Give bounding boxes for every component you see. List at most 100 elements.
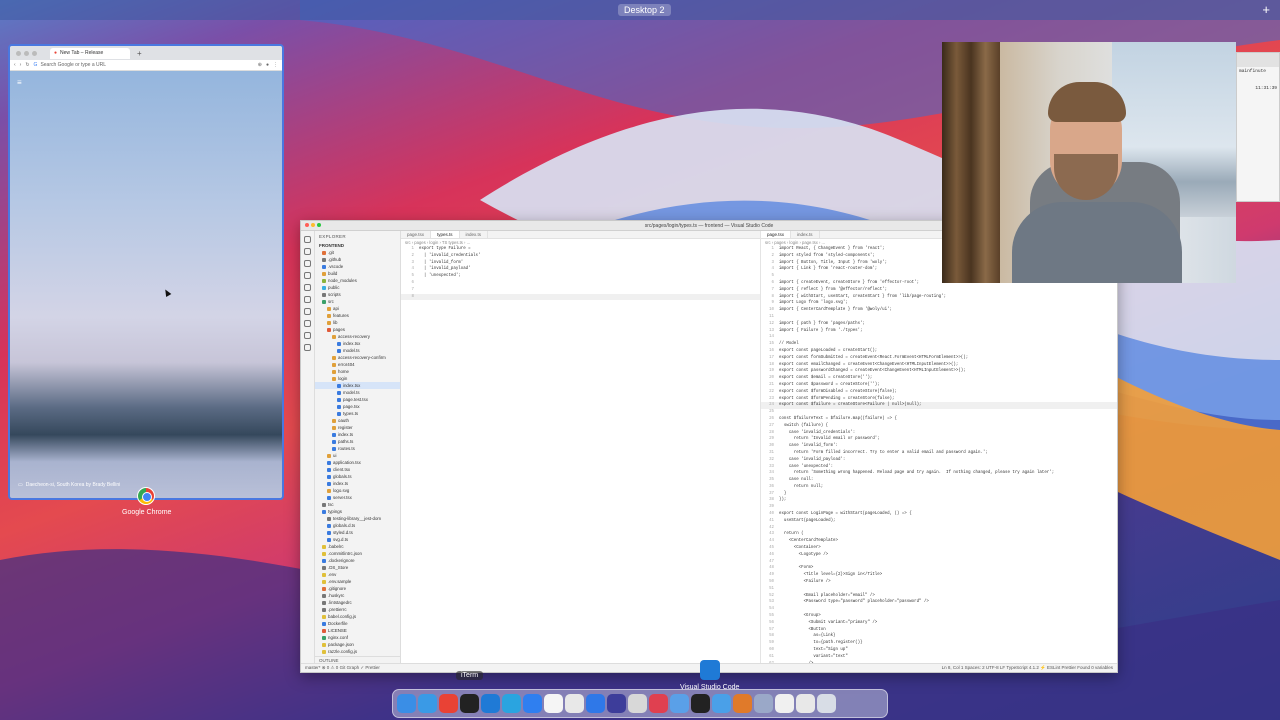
space-desktop-2[interactable]: Desktop 2 [618, 4, 671, 16]
code-line[interactable]: 45 <Container> [761, 545, 1117, 552]
code-line[interactable]: 35 case null: [761, 477, 1117, 484]
code-line[interactable]: 5 | 'unexpected'; [401, 273, 760, 280]
code-left[interactable]: 1 export type Failure = 2 | 'invalid_crede… [401, 246, 760, 301]
transmit-icon[interactable] [733, 694, 752, 713]
code-line[interactable]: 49 <Title level={2}>Sign in</Title> [761, 572, 1117, 579]
tree-item[interactable]: pages [315, 326, 400, 333]
code-line[interactable]: 22 export const $formDisabled = createSto… [761, 389, 1117, 396]
code-line[interactable]: 15 // Model [761, 341, 1117, 348]
code-line[interactable]: 33 case 'unexpected': [761, 464, 1117, 471]
tree-item[interactable]: .DS_Store [315, 564, 400, 571]
tree-item[interactable]: testing-library__jest-dom [315, 515, 400, 522]
code-line[interactable]: 18 export const emailChanged = createEven… [761, 362, 1117, 369]
window-minimize-dot[interactable] [24, 50, 29, 56]
chrome-icon[interactable] [439, 694, 458, 713]
code-line[interactable]: 53 <Password type="password" placeholder… [761, 599, 1117, 606]
explorer-icon[interactable] [304, 236, 311, 243]
code-line[interactable]: 9 import Logo from 'logo.svg'; [761, 300, 1117, 307]
zoom-dot[interactable] [317, 223, 321, 227]
downloads-icon[interactable] [754, 694, 773, 713]
code-line[interactable]: 38}); [761, 497, 1117, 504]
code-line[interactable]: 10 import { CenterCardTemplate } from '@w… [761, 307, 1117, 314]
live-share-icon[interactable] [304, 344, 311, 351]
code-line[interactable]: 37 } [761, 491, 1117, 498]
code-line[interactable]: 34 return 'Something wrong happened. Rel… [761, 470, 1117, 477]
forward-icon[interactable]: › [20, 62, 22, 68]
code-line[interactable]: 50 <Failure /> [761, 579, 1117, 586]
extension-icon[interactable]: ⊕ [258, 62, 262, 68]
tree-item[interactable]: page.test.tsx [315, 396, 400, 403]
iterm-icon[interactable] [460, 694, 479, 713]
tasks-icon[interactable] [649, 694, 668, 713]
vscode-window[interactable]: src/pages/login/types.ts — frontend — Vi… [300, 220, 1118, 673]
vpn-icon[interactable] [607, 694, 626, 713]
code-line[interactable]: 27 switch (failure) { [761, 423, 1117, 430]
code-line[interactable]: 21 export const $password = createStore('… [761, 382, 1117, 389]
chrome-app-icon[interactable] [137, 487, 155, 505]
omnibox[interactable]: G Search Google or type a URL [34, 62, 254, 68]
code-line[interactable]: 58 as={Link} [761, 633, 1117, 640]
editor-tab[interactable]: types.ts [431, 231, 460, 238]
tree-item[interactable]: package.json [315, 641, 400, 648]
code-line[interactable]: 29 return 'Invalid email or password'; [761, 436, 1117, 443]
tree-item[interactable]: page.tsx [315, 403, 400, 410]
tree-item[interactable]: paths.ts [315, 438, 400, 445]
tree-item[interactable]: features [315, 312, 400, 319]
code-line[interactable]: 52 <Email placeholder="email" /> [761, 593, 1117, 600]
code-line[interactable]: 42 [761, 525, 1117, 532]
tree-item[interactable]: application.tsx [315, 459, 400, 466]
finder-icon[interactable] [397, 694, 416, 713]
code-line[interactable]: 17 export const formSubmitted = createEve… [761, 355, 1117, 362]
tree-item[interactable]: index.tsx [315, 382, 400, 389]
code-line[interactable]: 54 [761, 606, 1117, 613]
stack-icon[interactable] [775, 694, 794, 713]
editor-tab[interactable]: index.ts [791, 231, 820, 238]
tree-item[interactable]: model.ts [315, 347, 400, 354]
tree-item[interactable]: globals.ts [315, 473, 400, 480]
back-icon[interactable]: ‹ [14, 62, 16, 68]
editor-pane-right[interactable]: page.tsx index.ts src › pages › login › p… [761, 231, 1117, 672]
tree-item[interactable]: node_modules [315, 277, 400, 284]
tree-item[interactable]: oauth [315, 417, 400, 424]
slack-icon[interactable] [565, 694, 584, 713]
tree-item[interactable]: server.tsx [315, 494, 400, 501]
tree-item[interactable]: tsc [315, 501, 400, 508]
minimize-dot[interactable] [311, 223, 315, 227]
tree-item[interactable]: .github [315, 256, 400, 263]
outline-section[interactable]: OUTLINE [315, 656, 400, 663]
code-line[interactable]: 25 [761, 409, 1117, 416]
code-line[interactable]: 28 case 'invalid_credentials': [761, 430, 1117, 437]
tree-item[interactable]: globals.d.ts [315, 522, 400, 529]
tree-item[interactable]: .env.sample [315, 578, 400, 585]
tree-item[interactable]: .lintstagedrc [315, 599, 400, 606]
code-line[interactable]: 26 const $failureText = $failure.map((fai… [761, 416, 1117, 423]
telegram-icon[interactable] [502, 694, 521, 713]
stack2-icon[interactable] [796, 694, 815, 713]
chrome-tab[interactable]: ● New Tab – Release [50, 47, 130, 59]
git-graph-icon[interactable] [304, 320, 311, 327]
debug-icon[interactable] [304, 272, 311, 279]
code-line[interactable]: 36 return null; [761, 484, 1117, 491]
tree-item[interactable]: register [315, 424, 400, 431]
code-line[interactable]: 4 | 'invalid_payload' [401, 266, 760, 273]
code-line[interactable]: 59 to={path.register()} [761, 640, 1117, 647]
trash-icon[interactable] [817, 694, 836, 713]
tree-item[interactable]: public [315, 284, 400, 291]
code-line[interactable]: 48 <Form> [761, 565, 1117, 572]
window-zoom-dot[interactable] [32, 50, 37, 56]
tree-item[interactable]: types.ts [315, 410, 400, 417]
code-line[interactable]: 8 import { withStart, useStart, createSta… [761, 294, 1117, 301]
editor-pane-left[interactable]: page.tsx types.ts index.ts src › pages › l… [401, 231, 761, 663]
code-line[interactable]: 41 useStart(pageLoaded); [761, 518, 1117, 525]
code-line[interactable]: 23 export const $formPending = createStor… [761, 396, 1117, 403]
tree-item[interactable]: .prettierrc [315, 606, 400, 613]
tree-item[interactable]: LICENSE [315, 627, 400, 634]
code-line[interactable]: 2 | 'invalid_credentials' [401, 253, 760, 260]
window-close-dot[interactable] [16, 50, 21, 56]
new-tab-button[interactable]: + [137, 49, 142, 58]
tree-item[interactable]: error404 [315, 361, 400, 368]
code-line[interactable]: 19 export const passwordChanged = createE… [761, 368, 1117, 375]
code-line[interactable]: 39 [761, 504, 1117, 511]
code-line[interactable]: 12 import { path } from 'pages/paths'; [761, 321, 1117, 328]
tree-item[interactable]: login [315, 375, 400, 382]
